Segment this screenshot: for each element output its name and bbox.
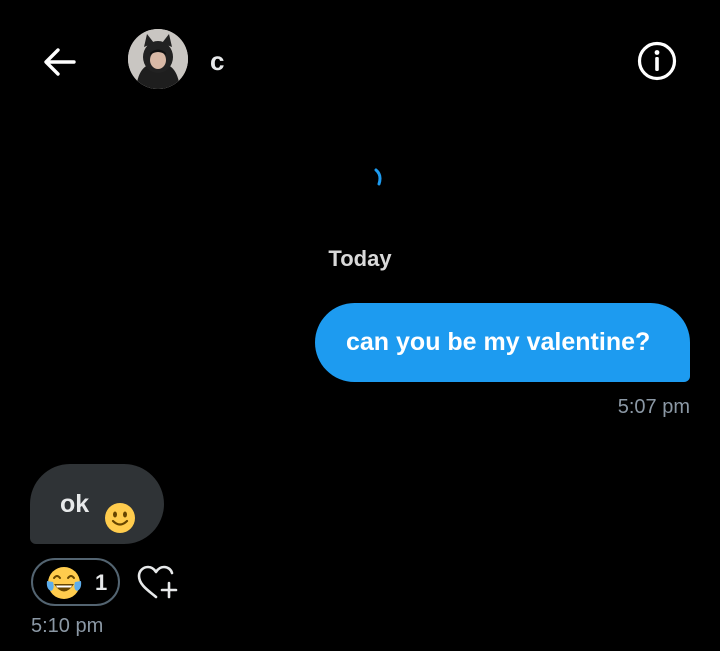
loading-spinner-icon bbox=[366, 165, 392, 191]
reaction-pill[interactable]: 1 bbox=[31, 558, 120, 606]
info-icon bbox=[637, 41, 677, 81]
back-button[interactable] bbox=[40, 42, 80, 82]
outgoing-message-text: can you be my valentine? bbox=[346, 328, 651, 356]
slightly-smiling-face-icon bbox=[104, 486, 136, 534]
conversation-header: c bbox=[0, 0, 720, 120]
incoming-message-time: 5:10 pm bbox=[31, 615, 104, 637]
face-with-tears-of-joy-icon bbox=[46, 567, 82, 599]
info-button[interactable] bbox=[636, 40, 678, 82]
arrow-left-icon bbox=[44, 48, 76, 76]
date-separator: Today bbox=[328, 246, 392, 271]
avatar-image bbox=[128, 29, 188, 89]
incoming-message-bubble[interactable]: ok bbox=[30, 464, 164, 544]
add-reaction-button[interactable] bbox=[136, 563, 180, 603]
reaction-count: 1 bbox=[95, 570, 108, 595]
incoming-message-text: ok bbox=[60, 490, 90, 518]
outgoing-message-bubble[interactable]: can you be my valentine? bbox=[315, 303, 690, 382]
contact-name[interactable]: c bbox=[210, 46, 224, 77]
avatar[interactable] bbox=[128, 29, 188, 89]
heart-plus-icon bbox=[137, 565, 178, 599]
outgoing-message-time: 5:07 pm bbox=[617, 396, 690, 418]
